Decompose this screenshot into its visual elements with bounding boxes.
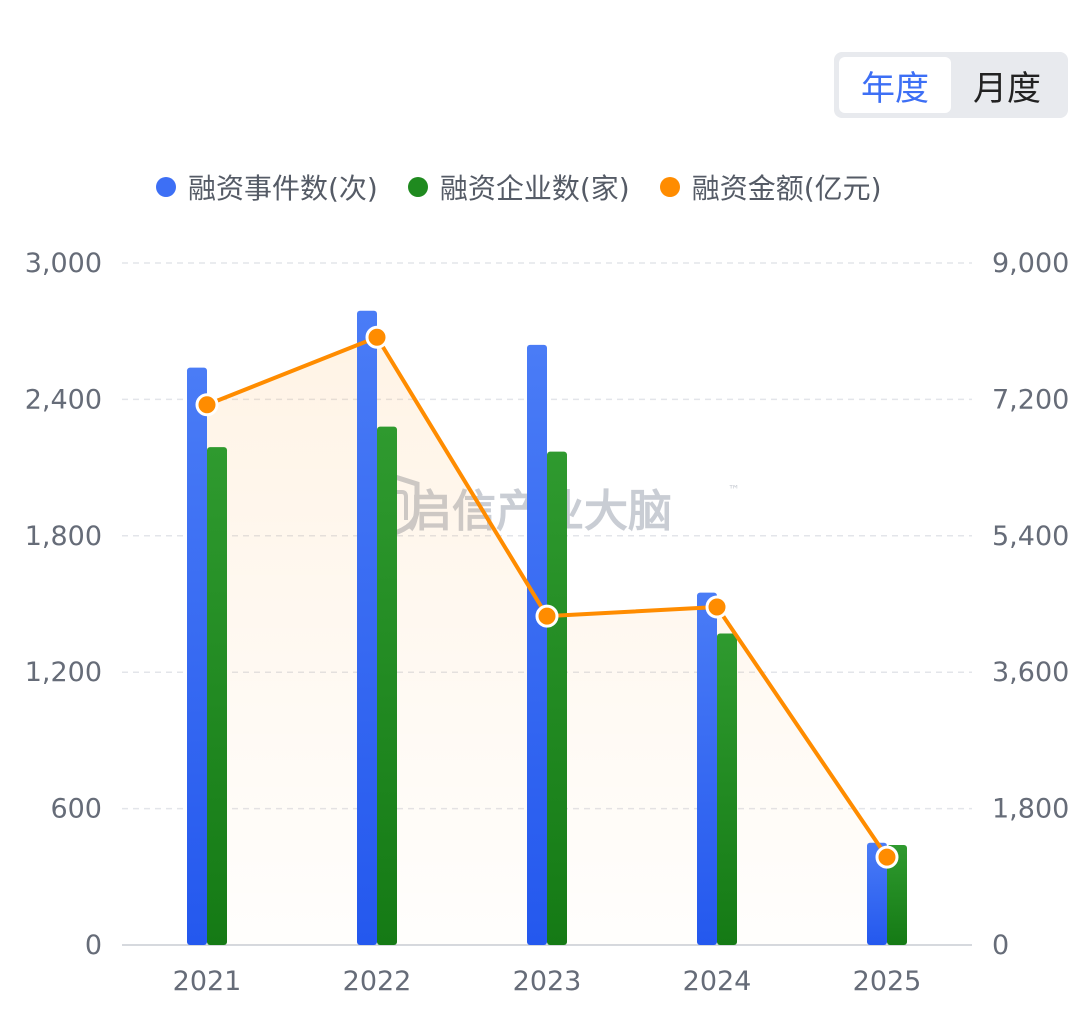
bar-events — [697, 592, 717, 945]
left-tick-label: 600 — [50, 794, 102, 825]
amount-point — [875, 845, 899, 869]
x-tick-label: 2022 — [343, 966, 412, 997]
right-tick-label: 9,000 — [992, 248, 1069, 279]
bar-companies — [717, 633, 737, 945]
bar-companies — [547, 451, 567, 945]
left-tick-label: 2,400 — [25, 384, 102, 415]
right-tick-label: 3,600 — [992, 657, 1069, 688]
bar-companies — [377, 426, 397, 945]
right-tick-label: 7,200 — [992, 384, 1069, 415]
bar-companies — [207, 447, 227, 945]
right-axis: 0 1,800 3,600 5,400 7,200 9,000 — [992, 248, 1069, 961]
left-tick-label: 3,000 — [25, 248, 102, 279]
amount-point — [195, 393, 219, 417]
x-tick-label: 2025 — [853, 966, 922, 997]
amount-point — [705, 595, 729, 619]
left-tick-label: 1,200 — [25, 657, 102, 688]
right-tick-label: 0 — [992, 930, 1009, 961]
left-axis: 0 600 1,200 1,800 2,400 3,000 — [25, 248, 102, 961]
combo-chart: 0 600 1,200 1,800 2,400 3,000 0 1,800 3,600 5,40… — [25, 248, 1070, 997]
right-tick-label: 1,800 — [992, 794, 1069, 825]
x-tick-label: 2023 — [513, 966, 582, 997]
amount-point — [535, 604, 559, 628]
bar-events — [527, 344, 547, 946]
watermark-tm: ™ — [728, 483, 740, 497]
left-tick-label: 0 — [85, 930, 102, 961]
right-tick-label: 5,400 — [992, 521, 1069, 552]
amount-point — [365, 325, 389, 349]
x-axis: 2021 2022 2023 2024 2025 — [122, 944, 972, 997]
x-tick-label: 2024 — [683, 966, 752, 997]
x-tick-label: 2021 — [173, 966, 242, 997]
bar-events — [357, 310, 377, 945]
left-tick-label: 1,800 — [25, 521, 102, 552]
bar-events — [187, 367, 207, 945]
